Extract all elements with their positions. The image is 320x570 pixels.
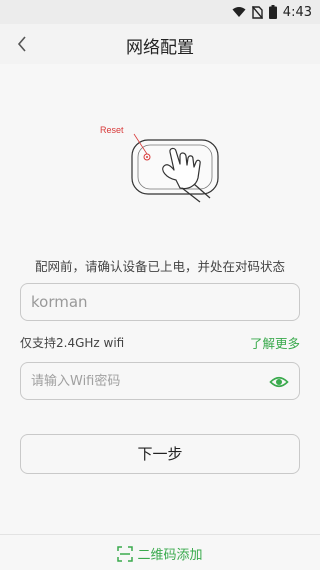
qr-code-add-button[interactable]: 二维码添加 [0, 544, 320, 563]
wifi-password-field[interactable] [20, 362, 300, 400]
next-step-button[interactable]: 下一步 [20, 434, 300, 474]
qr-add-label: 二维码添加 [137, 548, 203, 563]
device-reset-illustration: Reset [90, 118, 230, 206]
setup-instruction: 配网前，请确认设备已上电，并处在对码状态 [34, 259, 285, 274]
status-bar: 4:43 [0, 0, 320, 24]
no-sim-icon [251, 5, 263, 19]
support-note: 仅支持2.4GHz wifi [20, 336, 125, 350]
header-bar: 网络配置 [0, 24, 320, 64]
wifi-name-input[interactable] [31, 284, 271, 320]
bottom-bar: 二维码添加 [0, 534, 320, 570]
status-icons: 4:43 [232, 4, 312, 20]
wifi-name-field[interactable] [20, 283, 300, 321]
page-title: 网络配置 [126, 38, 194, 58]
toggle-password-visibility[interactable] [269, 372, 289, 392]
status-time: 4:43 [282, 4, 312, 20]
wifi-password-input[interactable] [31, 363, 271, 399]
battery-icon [268, 5, 277, 19]
learn-more-link[interactable]: 了解更多 [250, 333, 300, 352]
reset-label: Reset [100, 125, 124, 135]
wifi-icon [232, 7, 246, 17]
eye-icon [269, 376, 289, 388]
device-hand-image: Reset [100, 125, 219, 203]
scan-qr-icon [117, 545, 134, 562]
